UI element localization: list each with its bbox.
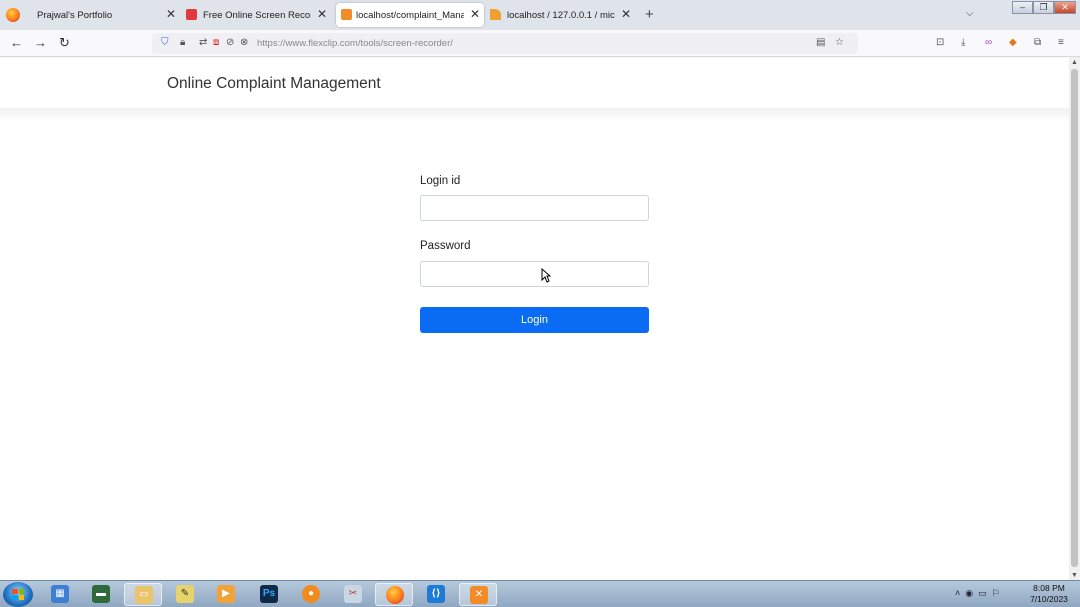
terminal-icon: ▬ bbox=[92, 585, 110, 603]
photoshop-icon: Ps bbox=[260, 585, 278, 603]
tab-label: localhost/complaint_Managem bbox=[356, 10, 464, 21]
url-text[interactable]: https://www.flexclip.com/tools/screen-re… bbox=[257, 38, 453, 49]
scrollbar-thumb[interactable] bbox=[1071, 69, 1078, 567]
snipping-tool-icon: ✂ bbox=[344, 585, 362, 603]
extensions-puzzle-icon[interactable]: ⧉ bbox=[1034, 37, 1041, 49]
taskbar-vscode[interactable]: ⟨⟩ bbox=[417, 583, 455, 606]
tab-phpmyadmin[interactable]: localhost / 127.0.0.1 / micropro ✕ bbox=[490, 3, 635, 27]
scroll-down-arrow-icon[interactable]: ▼ bbox=[1071, 572, 1078, 579]
scroll-up-arrow-icon[interactable]: ▲ bbox=[1071, 59, 1078, 66]
firefox-taskbar-icon bbox=[386, 586, 404, 604]
windows-taskbar: ▦ ▬ ▭ ✎ ▶ Ps ● ✂ ⟨⟩ ✕ ˄ ◉ ▭ ⚐ 8:08 PM 7/… bbox=[0, 580, 1080, 607]
window-controls: – ❐ ✕ bbox=[1012, 1, 1076, 14]
restore-icon[interactable]: ❐ bbox=[1033, 1, 1054, 14]
close-tab-icon[interactable]: ✕ bbox=[317, 7, 327, 21]
login-id-label: Login id bbox=[420, 175, 461, 187]
vscode-icon: ⟨⟩ bbox=[427, 585, 445, 603]
list-all-tabs-chevron-icon[interactable]: ⌵ bbox=[966, 8, 974, 19]
tab-portfolio[interactable]: Prajwal's Portfolio ✕ bbox=[33, 3, 180, 27]
close-window-icon[interactable]: ✕ bbox=[1054, 1, 1076, 14]
taskbar-photoshop[interactable]: Ps bbox=[250, 583, 288, 606]
taskbar-xampp[interactable]: ✕ bbox=[459, 583, 497, 606]
xampp-icon: ✕ bbox=[470, 586, 488, 604]
start-button[interactable] bbox=[3, 582, 33, 607]
system-clock[interactable]: 8:08 PM 7/10/2023 bbox=[1026, 583, 1072, 605]
lock-icon[interactable]: 🔒︎ bbox=[180, 37, 185, 49]
close-tab-icon[interactable]: ✕ bbox=[470, 7, 480, 21]
tab-label: Prajwal's Portfolio bbox=[37, 10, 113, 21]
tab-label: localhost / 127.0.0.1 / micropro bbox=[507, 10, 615, 21]
hamburger-menu-icon[interactable]: ≡ bbox=[1058, 37, 1064, 49]
pocket-icon[interactable]: ⊡ bbox=[936, 37, 944, 49]
taskbar-media-player[interactable]: ▶ bbox=[207, 583, 245, 606]
close-tab-icon[interactable]: ✕ bbox=[621, 7, 631, 21]
taskbar-fl-studio[interactable]: ● bbox=[292, 583, 330, 606]
minimize-icon[interactable]: – bbox=[1012, 1, 1033, 14]
downloads-icon[interactable]: ⤓ bbox=[961, 37, 965, 49]
tracking-protection-shield-icon[interactable]: ⛉ bbox=[161, 37, 169, 49]
taskbar-notes[interactable]: ✎ bbox=[166, 583, 204, 606]
mic-muted-icon[interactable]: ⊘ bbox=[226, 37, 234, 49]
taskbar-firefox[interactable] bbox=[375, 583, 413, 606]
reload-icon[interactable]: ↻ bbox=[59, 36, 70, 50]
reader-view-icon[interactable]: ▤ bbox=[816, 37, 825, 49]
password-input[interactable] bbox=[420, 261, 649, 287]
extension-icon[interactable]: ∞ bbox=[985, 37, 992, 49]
taskbar-explorer[interactable]: ▭ bbox=[124, 583, 162, 606]
screen-share-icon[interactable]: ⧈ bbox=[213, 37, 219, 49]
close-tab-icon[interactable]: ✕ bbox=[166, 7, 176, 21]
tab-label: Free Online Screen Recorder & bbox=[203, 10, 311, 21]
flexclip-favicon-icon bbox=[186, 9, 197, 20]
autoplay-blocked-icon[interactable]: ⊗ bbox=[240, 37, 248, 49]
taskbar-terminal[interactable]: ▬ bbox=[82, 583, 120, 606]
clock-date: 7/10/2023 bbox=[1030, 594, 1068, 604]
tab-complaint-management[interactable]: localhost/complaint_Managem ✕ bbox=[336, 3, 484, 27]
site-header: Online Complaint Management bbox=[0, 58, 1069, 108]
clock-time: 8:08 PM bbox=[1033, 583, 1065, 593]
control-panel-icon: ▦ bbox=[51, 585, 69, 603]
back-arrow-icon[interactable]: ← bbox=[10, 36, 23, 50]
bookmark-star-icon[interactable]: ☆ bbox=[835, 37, 844, 49]
taskbar-snipping-tool[interactable]: ✂ bbox=[334, 583, 372, 606]
tab-screen-recorder[interactable]: Free Online Screen Recorder & ✕ bbox=[186, 3, 331, 27]
system-tray-icons[interactable]: ˄ ◉ ▭ ⚐ bbox=[955, 588, 1000, 599]
password-label: Password bbox=[420, 240, 471, 252]
site-brand[interactable]: Online Complaint Management bbox=[167, 75, 381, 93]
forward-arrow-icon[interactable]: → bbox=[34, 36, 47, 50]
browser-tab-strip: Prajwal's Portfolio ✕ Free Online Screen… bbox=[0, 0, 1080, 30]
taskbar-control-panel[interactable]: ▦ bbox=[41, 583, 79, 606]
windows-logo-icon bbox=[12, 589, 24, 600]
folder-icon: ▭ bbox=[135, 586, 153, 604]
fl-studio-icon: ● bbox=[302, 585, 320, 603]
permissions-icon[interactable]: ⇄ bbox=[199, 37, 207, 49]
media-player-icon: ▶ bbox=[217, 585, 235, 603]
notes-folder-icon: ✎ bbox=[176, 585, 194, 603]
browser-nav-bar: ← → ↻ ⛉ 🔒︎ ⇄ ⧈ ⊘ ⊗ https://www.flexclip.… bbox=[0, 30, 1080, 57]
login-button[interactable]: Login bbox=[420, 307, 649, 333]
vertical-scrollbar[interactable]: ▲ ▼ bbox=[1069, 57, 1080, 580]
xampp-favicon-icon bbox=[341, 9, 352, 20]
login-id-input[interactable] bbox=[420, 195, 649, 221]
new-tab-plus-icon[interactable]: + bbox=[645, 6, 654, 23]
phpmyadmin-favicon-icon bbox=[490, 9, 501, 20]
header-shadow-band bbox=[0, 108, 1069, 122]
web-page: Online Complaint Management Login id Pas… bbox=[0, 58, 1069, 580]
metamask-fox-icon[interactable]: ◆ bbox=[1009, 37, 1017, 49]
firefox-icon[interactable] bbox=[6, 8, 20, 22]
